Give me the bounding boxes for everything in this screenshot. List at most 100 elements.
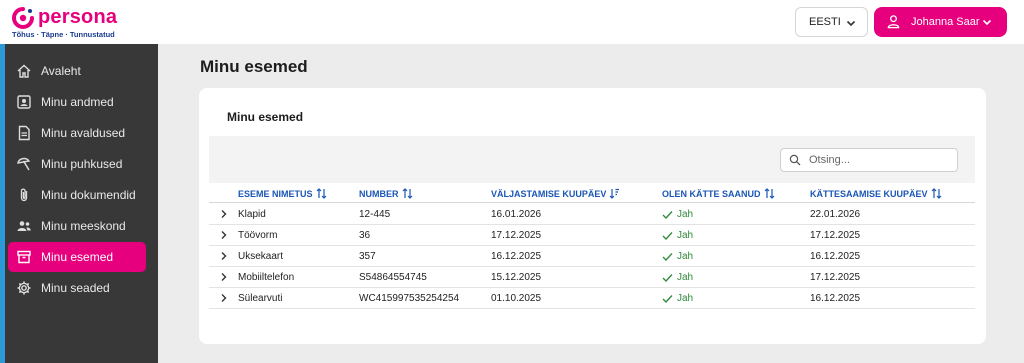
cell-number: S54864554745 — [359, 272, 427, 283]
items-card: Minu esemed ESEME NIMETUS NUMBER VÄLJAST… — [199, 88, 986, 344]
sidebar-item-label: Minu andmed — [41, 95, 114, 109]
cell-issue-date: 16.12.2025 — [491, 251, 542, 262]
table-row[interactable]: Töövorm 36 17.12.2025 Jah 17.12.2025 — [209, 225, 975, 246]
user-icon — [887, 15, 900, 29]
card-title: Minu esemed — [227, 110, 304, 124]
cell-received-date: 22.01.2026 — [810, 209, 861, 220]
team-icon — [17, 221, 31, 231]
cell-received-date: 17.12.2025 — [810, 230, 861, 241]
cell-issue-date: 15.12.2025 — [491, 272, 542, 283]
cell-number: 36 — [359, 230, 371, 241]
cell-received: Jah — [662, 230, 693, 241]
search-input[interactable] — [809, 152, 949, 168]
chevron-right-icon[interactable] — [219, 293, 229, 303]
column-header-label: KÄTTESAAMISE KUUPÄEV — [810, 188, 928, 199]
sidebar-item-label: Minu dokumendid — [41, 188, 136, 202]
persona-logo[interactable]: persona Tõhus · Täpne · Tunnustatud — [12, 5, 132, 39]
column-header-issue-date[interactable]: VÄLJASTAMISE KUUPÄEV — [491, 188, 620, 199]
table-row[interactable]: Sülearvuti WC415997535254254 01.10.2025 … — [209, 288, 975, 309]
sidebar-item-minu-dokumendid[interactable]: Minu dokumendid — [8, 180, 146, 210]
gear-icon — [17, 281, 31, 295]
page-title: Minu esemed — [200, 57, 308, 76]
brand-tagline: Tõhus · Täpne · Tunnustatud — [12, 30, 115, 39]
chevron-right-icon[interactable] — [219, 251, 229, 261]
sidebar-item-label: Minu avaldused — [41, 126, 126, 140]
cell-issue-date: 01.10.2025 — [491, 293, 542, 304]
chevron-right-icon[interactable] — [219, 272, 229, 282]
cell-received: Jah — [662, 251, 693, 262]
received-value: Jah — [677, 272, 694, 283]
archive-box-icon — [17, 250, 31, 264]
column-header-received-date[interactable]: KÄTTESAAMISE KUUPÄEV — [810, 188, 942, 199]
cell-received-date: 16.12.2025 — [810, 251, 861, 262]
column-header-label: NUMBER — [359, 188, 399, 199]
checkmark-icon — [662, 210, 673, 219]
sidebar-item-minu-seaded[interactable]: Minu seaded — [8, 273, 146, 303]
chevron-right-icon[interactable] — [219, 230, 229, 240]
search-box[interactable] — [780, 148, 958, 172]
language-label: EESTI — [809, 16, 841, 28]
cell-number: WC415997535254254 — [359, 293, 460, 304]
column-header-label: OLEN KÄTTE SAANUD — [662, 188, 761, 199]
brand-name: persona — [38, 6, 118, 28]
column-header-label: VÄLJASTAMISE KUUPÄEV — [491, 188, 607, 199]
sort-icon — [931, 188, 941, 199]
table-toolbar — [209, 136, 975, 183]
user-name: Johanna Saar — [911, 16, 980, 28]
document-icon — [18, 125, 30, 141]
column-header-received[interactable]: OLEN KÄTTE SAANUD — [662, 188, 775, 199]
language-selector[interactable]: EESTI — [795, 7, 868, 37]
table-row[interactable]: Mobiiltelefon S54864554745 15.12.2025 Ja… — [209, 267, 975, 288]
sidebar-item-label: Minu esemed — [41, 250, 114, 264]
column-header-label: ESEME NIMETUS — [238, 188, 313, 199]
sidebar-item-minu-puhkused[interactable]: Minu puhkused — [8, 149, 146, 179]
id-card-icon — [17, 95, 31, 109]
table-row[interactable]: Klapid 12-445 16.01.2026 Jah 22.01.2026 — [209, 204, 975, 225]
sort-icon — [402, 188, 412, 199]
table-header: ESEME NIMETUS NUMBER VÄLJASTAMISE KUUPÄE… — [209, 183, 975, 203]
chevron-right-icon[interactable] — [219, 209, 229, 219]
cell-item-name: Sülearvuti — [238, 293, 283, 304]
persona-logo-mark-icon — [12, 7, 34, 29]
received-value: Jah — [677, 251, 694, 262]
cell-received-date: 17.12.2025 — [810, 272, 861, 283]
sort-descending-icon — [609, 188, 620, 199]
column-header-item-name[interactable]: ESEME NIMETUS — [238, 188, 327, 199]
chevron-down-icon — [982, 19, 992, 26]
table-row[interactable]: Uksekaart 357 16.12.2025 Jah 16.12.2025 — [209, 246, 975, 267]
received-value: Jah — [677, 209, 694, 220]
sidebar-item-avaleht[interactable]: Avaleht — [8, 56, 146, 86]
received-value: Jah — [677, 230, 694, 241]
cell-received: Jah — [662, 209, 693, 220]
home-icon — [17, 64, 31, 78]
cell-issue-date: 17.12.2025 — [491, 230, 542, 241]
sort-icon — [764, 188, 774, 199]
cell-item-name: Uksekaart — [238, 251, 284, 262]
cell-number: 12-445 — [359, 209, 391, 220]
search-icon — [789, 154, 801, 166]
sidebar-item-label: Minu seaded — [41, 281, 110, 295]
checkmark-icon — [662, 231, 673, 240]
sidebar-item-minu-andmed[interactable]: Minu andmed — [8, 87, 146, 117]
cell-item-name: Töövorm — [238, 230, 278, 241]
checkmark-icon — [662, 294, 673, 303]
sidebar-item-minu-avaldused[interactable]: Minu avaldused — [8, 118, 146, 148]
sidebar-item-minu-esemed[interactable]: Minu esemed — [8, 242, 146, 272]
sidebar-accent-bar — [0, 44, 5, 363]
cell-item-name: Klapid — [238, 209, 266, 220]
checkmark-icon — [662, 252, 673, 261]
top-bar: persona Tõhus · Täpne · Tunnustatud EEST… — [0, 0, 1024, 44]
cell-item-name: Mobiiltelefon — [238, 272, 295, 283]
sidebar-item-label: Minu puhkused — [41, 157, 123, 171]
cell-issue-date: 16.01.2026 — [491, 209, 542, 220]
cell-received: Jah — [662, 272, 693, 283]
checkmark-icon — [662, 273, 673, 282]
paperclip-icon — [20, 188, 28, 202]
sort-icon — [316, 188, 326, 199]
user-menu-button[interactable]: Johanna Saar — [874, 7, 1007, 37]
sidebar-item-label: Avaleht — [41, 64, 81, 78]
cell-received-date: 16.12.2025 — [810, 293, 861, 304]
column-header-number[interactable]: NUMBER — [359, 188, 413, 199]
sidebar-item-minu-meeskond[interactable]: Minu meeskond — [8, 211, 146, 241]
chevron-down-icon — [846, 20, 856, 27]
